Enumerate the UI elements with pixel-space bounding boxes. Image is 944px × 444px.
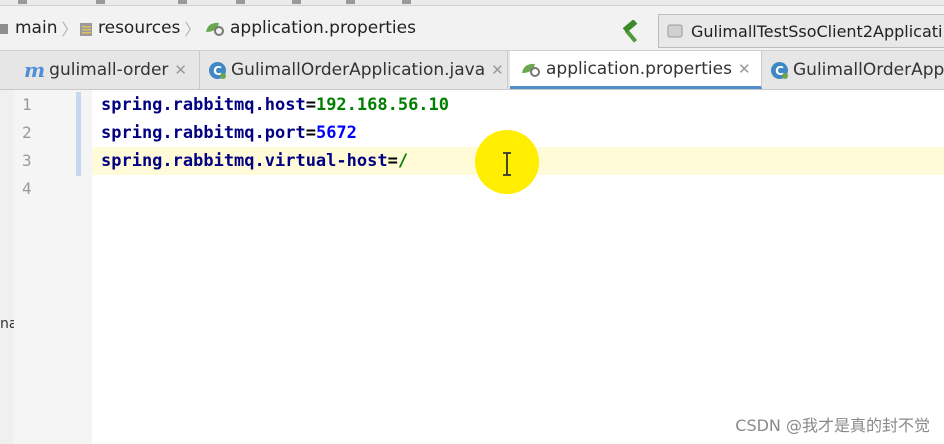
code-line[interactable]: spring.rabbitmq.port=5672 <box>101 119 357 147</box>
code-line[interactable]: spring.rabbitmq.virtual-host=/ <box>101 147 408 175</box>
property-key: spring.rabbitmq.host <box>101 95 306 115</box>
text-cursor-icon <box>501 152 513 176</box>
properties-file-icon <box>520 60 542 78</box>
chevron-right-icon: 〉 <box>61 20 78 39</box>
property-key: spring.rabbitmq.virtual-host <box>101 151 388 171</box>
class-icon: C <box>208 61 227 80</box>
line-number: 4 <box>22 179 32 198</box>
chevron-right-icon: 〉 <box>184 20 201 39</box>
tab-gulimall-order-application-java[interactable]: C GulimallOrderApplication.java ✕ <box>200 51 508 89</box>
build-hammer-icon[interactable] <box>620 19 644 44</box>
folder-icon <box>0 21 10 36</box>
breadcrumb-main[interactable]: main 〉 <box>0 6 78 50</box>
property-equals: = <box>305 95 316 115</box>
close-icon[interactable]: ✕ <box>738 60 751 78</box>
module-icon: m <box>24 58 46 82</box>
tab-label: GulimallOrderAppl <box>793 60 944 80</box>
watermark: CSDN @我才是真的封不觉 <box>735 416 930 435</box>
property-value: 192.168.56.10 <box>315 95 450 115</box>
run-configuration-select[interactable]: GulimallTestSsoClient2Applicati <box>658 14 944 48</box>
property-equals: = <box>387 151 398 171</box>
code-line[interactable]: spring.rabbitmq.host=192.168.56.10 <box>101 91 449 119</box>
line-number: 1 <box>22 95 32 114</box>
navigation-bar: main 〉 resources 〉 application.propertie… <box>0 6 944 51</box>
class-icon: C <box>770 61 789 80</box>
tab-label: gulimall-order <box>49 60 169 80</box>
spring-boot-config-icon <box>667 23 683 39</box>
tab-application-properties[interactable]: application.properties ✕ <box>510 51 762 89</box>
close-icon[interactable]: ✕ <box>491 61 504 79</box>
properties-file-icon <box>204 19 226 37</box>
run-configuration-label: GulimallTestSsoClient2Applicati <box>691 21 943 41</box>
resources-folder-icon <box>80 21 93 36</box>
tab-label: GulimallOrderApplication.java <box>231 60 486 80</box>
line-number: 2 <box>22 123 32 142</box>
left-tool-strip: na <box>0 90 17 444</box>
line-number: 3 <box>22 151 32 170</box>
tab-label: application.properties <box>546 58 732 79</box>
property-value: 5672 <box>315 123 357 143</box>
property-equals: = <box>305 123 316 143</box>
close-icon[interactable]: ✕ <box>174 61 187 79</box>
breadcrumb-file[interactable]: application.properties <box>204 6 416 50</box>
tab-gulimall-order[interactable]: m gulimall-order ✕ <box>18 51 200 89</box>
editor-tab-bar: m gulimall-order ✕ C GulimallOrderApplic… <box>0 51 944 90</box>
property-value: / <box>397 151 409 171</box>
breadcrumb-label: main <box>15 18 58 38</box>
property-key: spring.rabbitmq.port <box>101 123 306 143</box>
breadcrumb-label: application.properties <box>230 18 416 38</box>
breadcrumb-resources[interactable]: resources 〉 <box>80 6 200 50</box>
vcs-change-marker <box>76 92 81 176</box>
tab-gulimall-order-application-java-2[interactable]: C GulimallOrderAppl <box>762 51 944 89</box>
breadcrumb-label: resources <box>98 18 181 38</box>
